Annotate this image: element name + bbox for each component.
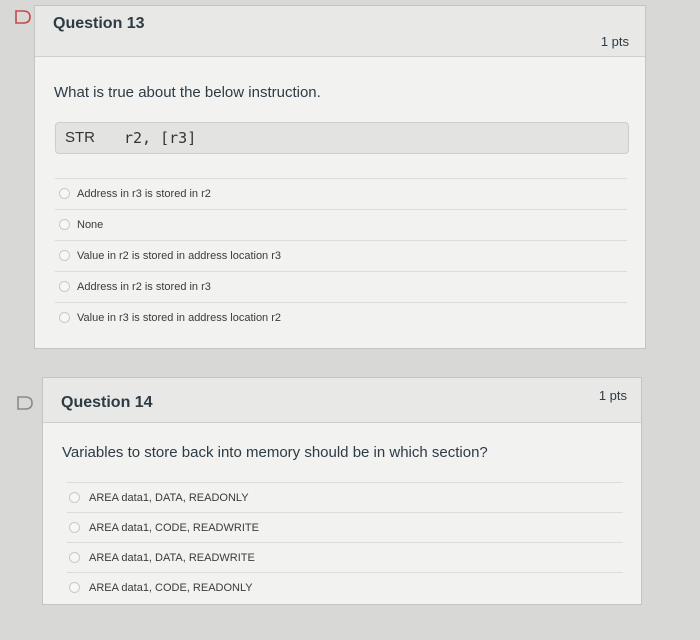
answer-option[interactable]: AREA data1, CODE, READWRITE xyxy=(67,512,623,543)
code-snippet: STR r2, [r3] xyxy=(55,122,629,154)
code-opcode: STR xyxy=(65,129,95,146)
answer-option[interactable]: AREA data1, DATA, READWRITE xyxy=(67,542,623,573)
points-label: 1 pts xyxy=(600,34,629,49)
question-prompt: What is true about the below instruction… xyxy=(54,84,321,101)
answer-label: AREA data1, CODE, READWRITE xyxy=(89,522,259,534)
answer-label: AREA data1, DATA, READWRITE xyxy=(89,552,255,564)
answer-option[interactable]: Value in r3 is stored in address locatio… xyxy=(55,302,627,333)
question-13-card: Question 13 1 pts What is true about the… xyxy=(34,5,646,349)
answer-option[interactable]: AREA data1, DATA, READONLY xyxy=(67,482,623,513)
question-14-header: Question 14 1 pts xyxy=(43,378,641,423)
answer-label: Address in r3 is stored in r2 xyxy=(77,188,211,200)
answer-option[interactable]: None xyxy=(55,209,627,240)
answer-label: Value in r3 is stored in address locatio… xyxy=(77,312,282,324)
points-label: 1 pts xyxy=(598,388,627,403)
code-operands: r2, [r3] xyxy=(124,129,197,147)
answer-option[interactable]: Address in r3 is stored in r2 xyxy=(55,178,627,209)
question-prompt: Variables to store back into memory shou… xyxy=(62,444,488,461)
answer-option[interactable]: AREA data1, CODE, READONLY xyxy=(67,572,623,603)
radio-button[interactable] xyxy=(69,582,80,593)
radio-button[interactable] xyxy=(59,188,70,199)
question-title: Question 14 xyxy=(61,394,153,411)
answer-option[interactable]: Value in r2 is stored in address locatio… xyxy=(55,240,627,271)
answer-label: None xyxy=(77,219,104,231)
answer-option[interactable]: Address in r2 is stored in r3 xyxy=(55,271,627,302)
flag-icon[interactable] xyxy=(16,396,34,410)
radio-button[interactable] xyxy=(59,219,70,230)
question-14-card: Question 14 1 pts Variables to store bac… xyxy=(42,377,642,605)
answer-label: Address in r2 is stored in r3 xyxy=(77,281,211,293)
radio-button[interactable] xyxy=(59,281,70,292)
radio-button[interactable] xyxy=(69,492,80,503)
answer-label: AREA data1, DATA, READONLY xyxy=(89,492,249,504)
radio-button[interactable] xyxy=(59,312,70,323)
answer-label: Value in r2 is stored in address locatio… xyxy=(77,250,282,262)
answer-label: AREA data1, CODE, READONLY xyxy=(89,582,253,594)
question-13-header: Question 13 1 pts xyxy=(35,6,645,57)
radio-button[interactable] xyxy=(69,552,80,563)
radio-button[interactable] xyxy=(59,250,70,261)
radio-button[interactable] xyxy=(69,522,80,533)
question-title: Question 13 xyxy=(53,15,145,32)
flag-icon[interactable] xyxy=(14,10,32,24)
